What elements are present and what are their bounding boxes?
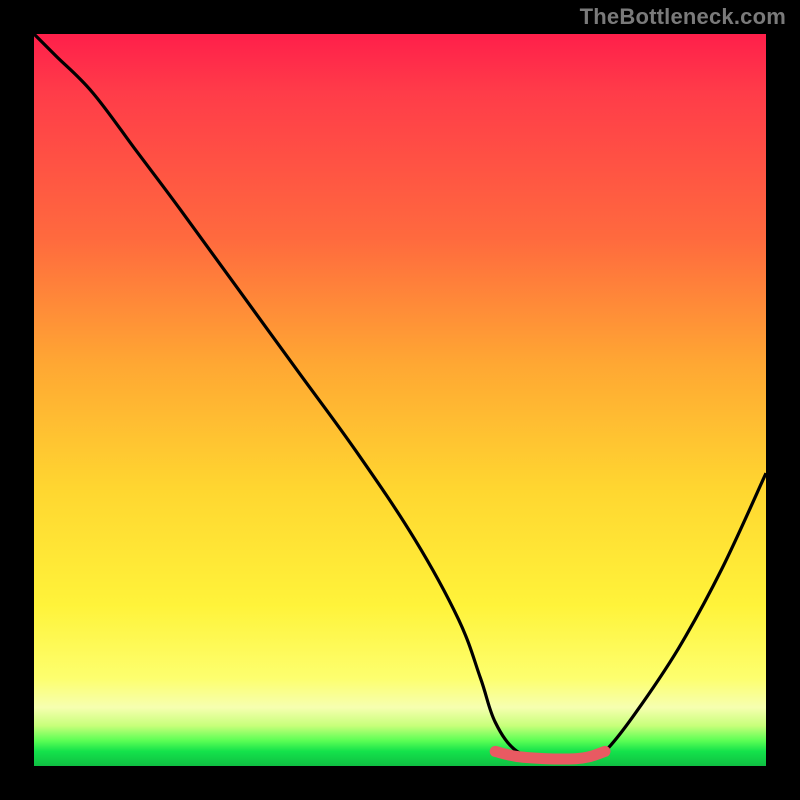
chart-frame: TheBottleneck.com [0,0,800,800]
curve-svg [34,34,766,766]
bottleneck-curve [34,34,766,759]
optimal-range-highlight [495,751,605,759]
plot-area [34,34,766,766]
watermark-text: TheBottleneck.com [580,4,786,30]
